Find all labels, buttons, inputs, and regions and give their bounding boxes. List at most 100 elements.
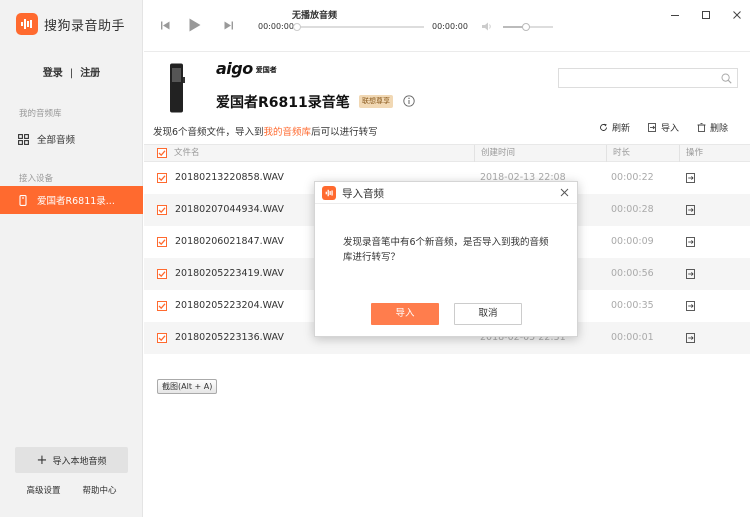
row-filename: 20180213220858.WAV <box>175 172 284 183</box>
maximize-button[interactable] <box>699 8 713 22</box>
close-window-button[interactable] <box>730 8 744 22</box>
play-icon <box>189 18 201 31</box>
confirm-import-button[interactable]: 导入 <box>371 303 439 325</box>
app-logo-icon <box>322 186 336 200</box>
column-header-duration[interactable]: 时长 <box>606 145 630 162</box>
login-link[interactable]: 登录 <box>43 68 63 79</box>
sidebar-footer: 高级设置 帮助中心 <box>0 484 143 496</box>
delete-label: 删除 <box>710 124 729 134</box>
progress-knob[interactable] <box>293 23 301 31</box>
import-local-label: 导入本地音频 <box>52 456 107 467</box>
row-checkbox[interactable] <box>157 205 167 215</box>
row-filename: 20180205223204.WAV <box>175 300 284 311</box>
dialog-message: 发现录音笔中有6个新音频，是否导入到我的音频库进行转写？ <box>343 237 549 263</box>
brand: 搜狗录音助手 <box>16 13 125 35</box>
play-button[interactable] <box>188 17 202 32</box>
volume-slider[interactable] <box>503 23 553 31</box>
found-suffix: 后可以进行转写 <box>311 127 378 138</box>
sidebar-item-device[interactable]: 爱国者R6811录... <box>0 186 143 214</box>
status-badge: 联想尊享 <box>359 95 393 108</box>
volume-button[interactable] <box>481 21 493 31</box>
search-input[interactable] <box>558 68 738 88</box>
auth-separator: | <box>69 68 74 79</box>
info-icon[interactable] <box>403 95 415 107</box>
row-filename: 20180207044934.WAV <box>175 204 284 215</box>
cancel-button[interactable]: 取消 <box>454 303 522 325</box>
player-bar: 无播放音频 00:00:00 00:00:00 <box>144 0 750 52</box>
previous-track-button[interactable] <box>160 20 170 30</box>
dialog-title: 导入音频 <box>342 188 384 200</box>
import-icon <box>648 123 656 132</box>
row-filename: 20180206021847.WAV <box>175 236 284 247</box>
found-files-message: 发现6个音频文件，导入到我的音频库后可以进行转写 <box>153 124 378 138</box>
row-checkbox[interactable] <box>157 237 167 247</box>
app-name: 搜狗录音助手 <box>44 18 126 34</box>
row-checkbox[interactable] <box>157 269 167 279</box>
auth-links: 登录 | 注册 <box>0 64 143 79</box>
library-section-label: 我的音频库 <box>19 109 62 119</box>
row-import-icon[interactable] <box>686 205 696 215</box>
table-header: 文件名 创建时间 时长 操作 <box>144 144 750 162</box>
import-button[interactable]: 导入 <box>648 121 679 134</box>
speaker-icon <box>481 22 491 30</box>
found-prefix: 发现6个音频文件，导入到 <box>153 127 264 138</box>
trash-icon <box>697 123 706 132</box>
row-import-icon[interactable] <box>686 173 696 183</box>
brand-cn: 爱国者 <box>255 66 277 74</box>
sidebar: 搜狗录音助手 登录 | 注册 我的音频库 全部音频 接入设备 爱国者R6811录..… <box>0 0 143 517</box>
column-header-created[interactable]: 创建时间 <box>474 145 515 162</box>
row-duration: 00:00:22 <box>611 172 654 183</box>
next-icon <box>224 21 233 29</box>
app-logo-icon <box>16 13 38 35</box>
brand-word: aigo <box>216 59 253 78</box>
row-checkbox[interactable] <box>157 301 167 311</box>
sidebar-item-all-audio[interactable]: 全部音频 <box>0 125 143 153</box>
row-import-icon[interactable] <box>686 237 696 247</box>
maximize-icon <box>702 11 710 19</box>
select-all-checkbox[interactable] <box>157 148 167 158</box>
advanced-settings-link[interactable]: 高级设置 <box>26 484 60 496</box>
my-library-link[interactable]: 我的音频库 <box>264 127 312 138</box>
recorder-device-image <box>170 63 185 113</box>
minimize-icon <box>671 15 679 16</box>
row-import-icon[interactable] <box>686 269 696 279</box>
dialog-header: 导入音频 <box>315 182 577 204</box>
total-time: 00:00:00 <box>432 22 468 31</box>
row-duration: 00:00:09 <box>611 236 654 247</box>
close-icon <box>560 188 568 196</box>
search-icon[interactable] <box>721 73 732 84</box>
row-filename: 20180205223136.WAV <box>175 332 284 343</box>
import-label: 导入 <box>661 124 680 134</box>
register-link[interactable]: 注册 <box>80 68 100 79</box>
refresh-button[interactable]: 刷新 <box>599 121 630 134</box>
help-center-link[interactable]: 帮助中心 <box>83 484 117 496</box>
delete-button[interactable]: 删除 <box>697 121 728 134</box>
row-checkbox[interactable] <box>157 333 167 343</box>
row-duration: 00:00:35 <box>611 300 654 311</box>
column-header-filename[interactable]: 文件名 <box>168 145 200 162</box>
now-playing-title: 无播放音频 <box>292 11 338 21</box>
device-name: 爱国者R6811录音笔 <box>216 95 350 111</box>
volume-knob[interactable] <box>521 23 530 31</box>
row-filename: 20180205223419.WAV <box>175 268 284 279</box>
screenshot-button[interactable]: 截图(Alt + A) <box>157 379 218 394</box>
row-checkbox[interactable] <box>157 173 167 183</box>
minimize-button[interactable] <box>668 8 682 22</box>
current-time: 00:00:00 <box>258 22 294 31</box>
row-import-icon[interactable] <box>686 301 696 311</box>
refresh-icon <box>600 123 607 131</box>
column-header-actions: 操作 <box>679 145 703 162</box>
sidebar-item-label: 全部音频 <box>37 135 76 146</box>
devices-section-label: 接入设备 <box>19 174 54 184</box>
recorder-icon <box>17 194 29 206</box>
sidebar-item-label: 爱国者R6811录... <box>37 196 115 207</box>
previous-icon <box>160 21 169 29</box>
row-import-icon[interactable] <box>686 333 696 343</box>
import-dialog: 导入音频 发现录音笔中有6个新音频，是否导入到我的音频库进行转写？ 导入 取消 <box>314 181 578 337</box>
progress-slider[interactable] <box>293 23 424 31</box>
next-track-button[interactable] <box>223 20 233 30</box>
row-duration: 00:00:01 <box>611 332 654 343</box>
row-duration: 00:00:28 <box>611 204 654 215</box>
import-local-audio-button[interactable]: + 导入本地音频 <box>15 447 128 473</box>
dialog-close-button[interactable] <box>558 186 570 198</box>
